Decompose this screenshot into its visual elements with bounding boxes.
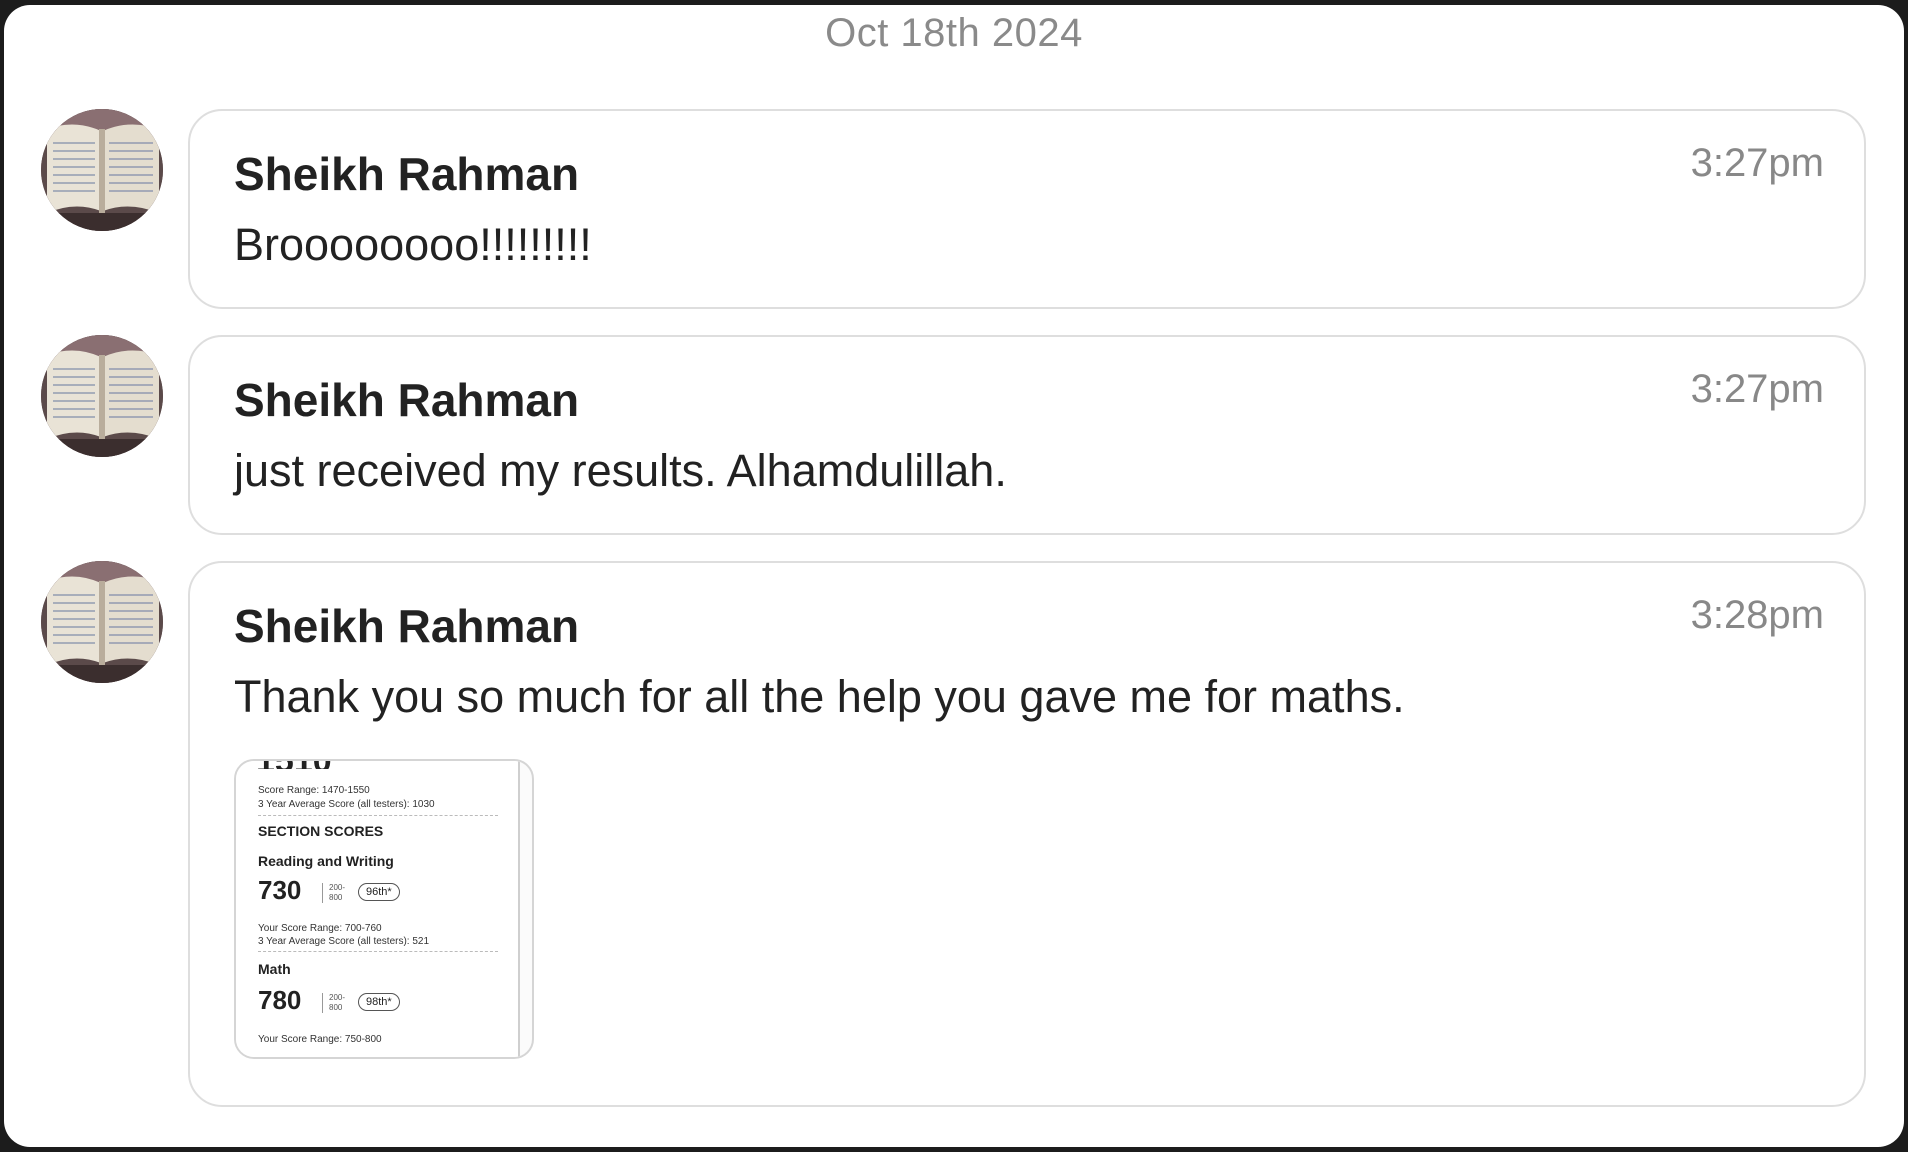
message-bubble[interactable]: Sheikh Rahman 3:27pm Broooooooo!!!!!!!!! — [188, 109, 1866, 309]
reading-writing-title: Reading and Writing — [258, 853, 394, 869]
math-title: Math — [258, 961, 291, 977]
avatar[interactable] — [41, 335, 163, 457]
divider — [258, 815, 498, 816]
percentile-badge: 96th* — [358, 883, 400, 901]
score-report-image: 1510 Score Range: 1470-1550 3 Year Avera… — [236, 761, 520, 1057]
avatar[interactable] — [41, 109, 163, 231]
reading-writing-score: 730 — [258, 875, 302, 905]
message-bubble[interactable]: Sheikh Rahman 3:27pm just received my re… — [188, 335, 1866, 535]
sender-name: Sheikh Rahman — [234, 148, 580, 200]
message-text: Broooooooo!!!!!!!!! — [234, 219, 592, 270]
message-text: Thank you so much for all the help you g… — [234, 671, 1405, 722]
sender-name: Sheikh Rahman — [234, 600, 580, 652]
average-score: 3 Year Average Score (all testers): 1030 — [258, 799, 435, 810]
message-time: 3:27pm — [1690, 367, 1824, 411]
average-score: 3 Year Average Score (all testers): 521 — [258, 936, 430, 947]
your-score-range: Your Score Range: 750-800 — [258, 1034, 382, 1045]
your-score-range: Your Score Range: 700-760 — [258, 923, 382, 934]
score-scale: 200- 800 — [322, 993, 345, 1013]
message-time: 3:27pm — [1690, 141, 1824, 185]
message-text: just received my results. Alhamdulillah. — [234, 445, 1007, 496]
sender-name: Sheikh Rahman — [234, 374, 580, 426]
image-attachment[interactable]: 1510 Score Range: 1470-1550 3 Year Avera… — [234, 759, 534, 1059]
percentile-badge: 98th* — [358, 993, 400, 1011]
math-score: 780 — [258, 985, 302, 1015]
score-range: Score Range: 1470-1550 — [258, 785, 370, 796]
date-divider: Oct 18th 2024 — [825, 11, 1083, 55]
chat-panel: Oct 18th 2024 Sheikh Rahman 3:27pm Brooo… — [4, 5, 1904, 1147]
score-scale: 200- 800 — [322, 883, 345, 903]
divider — [258, 951, 498, 952]
avatar[interactable] — [41, 561, 163, 683]
message-bubble[interactable]: Sheikh Rahman 3:28pm Thank you so much f… — [188, 561, 1866, 1107]
section-title: SECTION SCORES — [258, 823, 384, 839]
message-time: 3:28pm — [1690, 593, 1824, 637]
total-score: 1510 — [256, 761, 332, 769]
